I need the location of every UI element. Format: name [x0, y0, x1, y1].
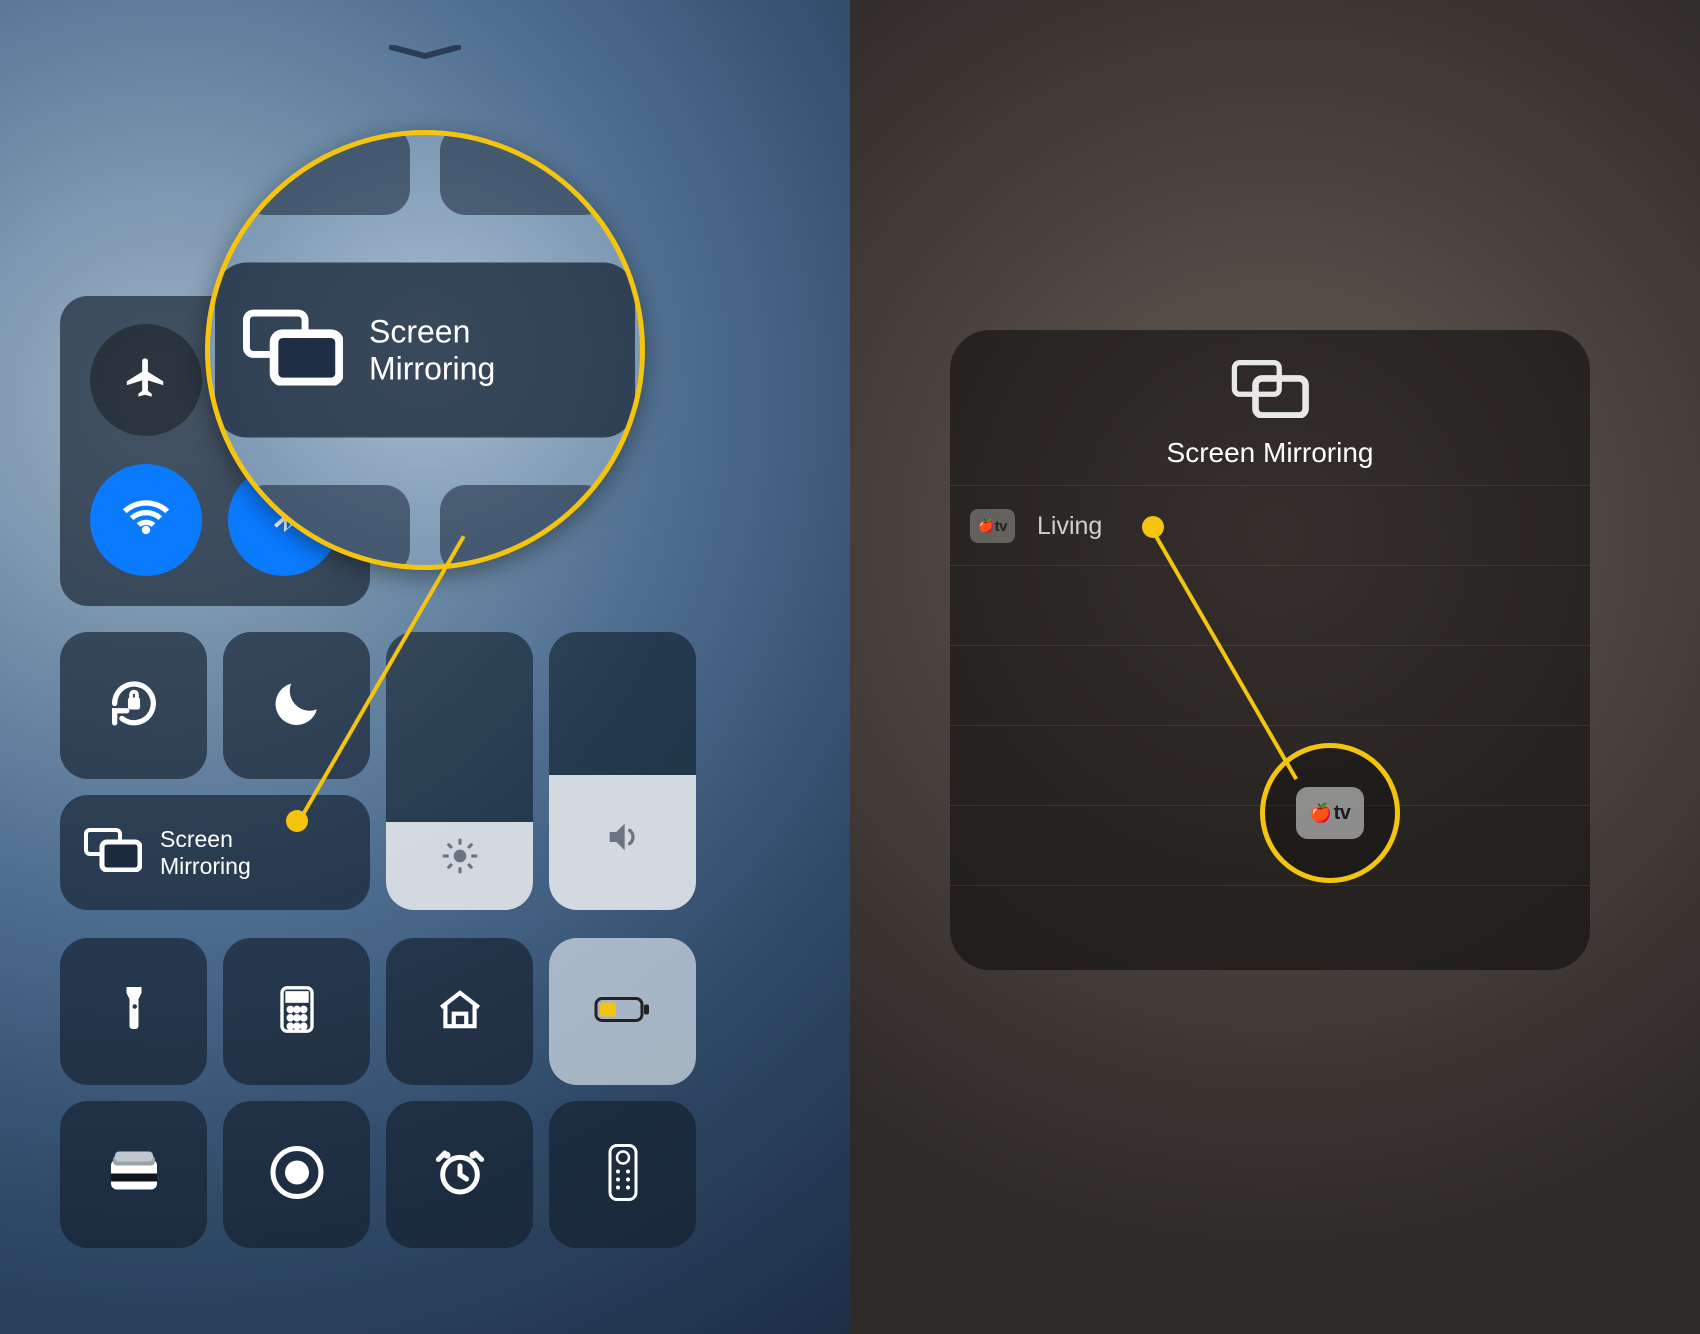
device-row-living[interactable]: 🍎tv Living	[950, 485, 1590, 566]
zoom-screen-mirroring-tile: Screen Mirroring	[215, 263, 635, 438]
wallet-icon	[107, 1151, 161, 1198]
screen-record-icon	[269, 1144, 325, 1205]
low-power-mode-button[interactable]	[549, 938, 696, 1085]
screen-mirroring-title: Screen Mirroring	[950, 437, 1590, 469]
callout-anchor-right	[1142, 516, 1164, 538]
low-power-icon	[594, 994, 652, 1029]
control-center-screenshot: Screen Mirroring	[0, 0, 850, 1334]
device-row-empty-2	[950, 645, 1590, 726]
control-center-grabber-icon[interactable]	[389, 45, 461, 59]
airplane-mode-button[interactable]	[90, 324, 202, 436]
flashlight-button[interactable]	[60, 938, 207, 1085]
rotation-lock-button[interactable]	[60, 632, 207, 779]
screen-mirroring-label: Screen Mirroring	[160, 826, 251, 879]
brightness-icon	[441, 837, 479, 880]
apple-tv-chip-icon: 🍎tv	[1296, 787, 1364, 839]
flashlight-icon	[116, 983, 152, 1040]
rotation-lock-icon	[105, 674, 163, 737]
wifi-button[interactable]	[90, 464, 202, 576]
zoom-lens-left: Screen Mirroring	[205, 130, 645, 570]
screen-mirroring-panel: Screen Mirroring 🍎tv Living 🍎tv	[950, 330, 1590, 970]
device-row-empty-1	[950, 565, 1590, 646]
wifi-icon	[121, 493, 171, 548]
screen-mirroring-icon	[84, 828, 142, 877]
volume-icon	[603, 817, 643, 862]
calculator-icon	[277, 983, 317, 1040]
screen-mirroring-button[interactable]: Screen Mirroring	[60, 795, 370, 910]
device-name-label: Living	[1037, 512, 1102, 541]
do-not-disturb-icon	[269, 675, 325, 736]
airplane-mode-icon	[123, 355, 169, 406]
screen-mirroring-icon	[1231, 360, 1309, 423]
do-not-disturb-button[interactable]	[223, 632, 370, 779]
screen-mirroring-sheet-screenshot: Screen Mirroring 🍎tv Living 🍎tv	[850, 0, 1700, 1334]
brightness-slider[interactable]	[386, 632, 533, 910]
apple-tv-remote-icon	[608, 1143, 638, 1206]
callout-anchor-left	[286, 810, 308, 832]
wallet-button[interactable]	[60, 1101, 207, 1248]
volume-slider[interactable]	[549, 632, 696, 910]
device-row-empty-5	[950, 885, 1590, 966]
apple-tv-chip-icon: 🍎tv	[970, 509, 1015, 543]
home-button[interactable]	[386, 938, 533, 1085]
calculator-button[interactable]	[223, 938, 370, 1085]
alarm-icon	[434, 1146, 486, 1203]
home-icon	[435, 984, 485, 1039]
zoom-lens-right: 🍎tv	[1260, 743, 1400, 883]
zoom-screen-mirroring-label: Screen Mirroring	[369, 313, 495, 387]
screen-mirroring-icon	[243, 310, 343, 391]
apple-tv-remote-button[interactable]	[549, 1101, 696, 1248]
screen-record-button[interactable]	[223, 1101, 370, 1248]
alarm-button[interactable]	[386, 1101, 533, 1248]
